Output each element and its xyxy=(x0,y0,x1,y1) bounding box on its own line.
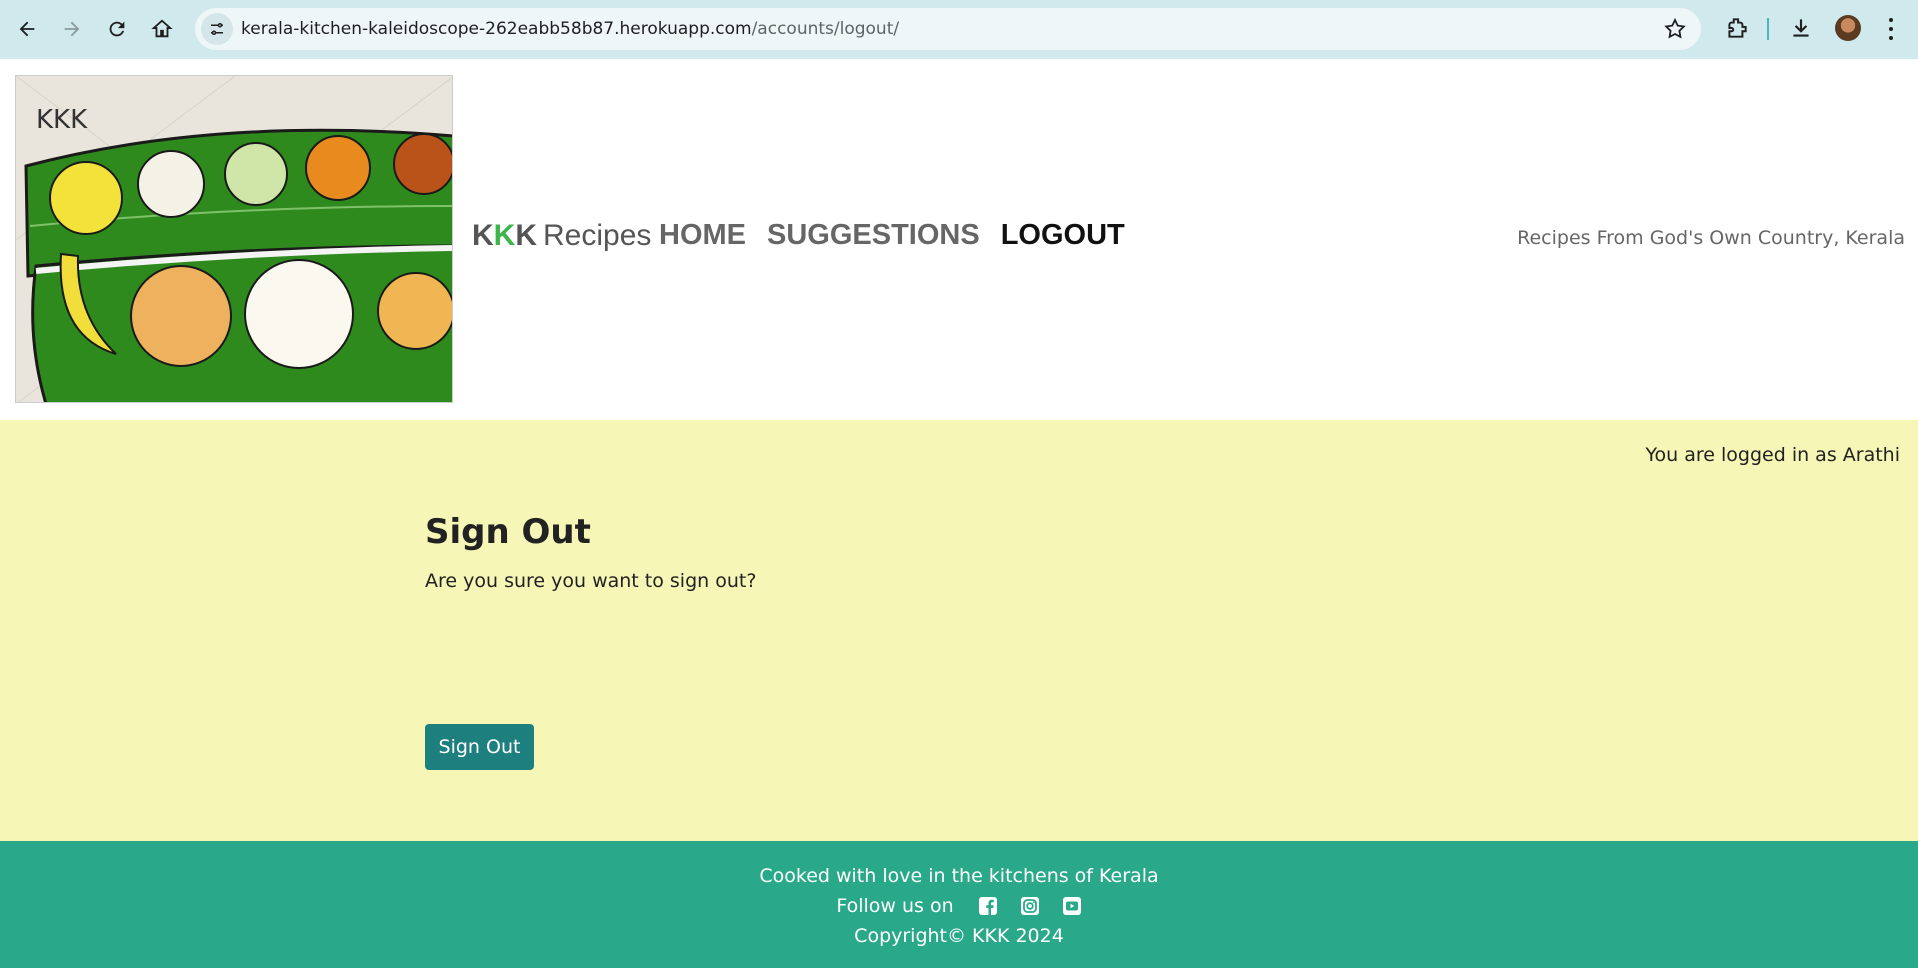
address-bar[interactable]: kerala-kitchen-kaleidoscope-262eabb58b87… xyxy=(195,8,1701,50)
menu-kebab-icon[interactable] xyxy=(1885,15,1897,43)
browser-toolbar: kerala-kitchen-kaleidoscope-262eabb58b87… xyxy=(0,0,1918,59)
footer-follow: Follow us on xyxy=(0,895,1918,917)
follow-label: Follow us on xyxy=(836,895,954,917)
nav-logout[interactable]: LOGOUT xyxy=(1001,219,1125,252)
url-host: kerala-kitchen-kaleidoscope-262eabb58b87… xyxy=(241,19,752,39)
profile-avatar[interactable] xyxy=(1835,15,1861,41)
toolbar-divider xyxy=(1767,18,1769,40)
url-path: /accounts/logout/ xyxy=(751,19,900,39)
bookmark-star-icon[interactable] xyxy=(1663,17,1687,41)
brand-letter-k-green: K xyxy=(493,219,516,252)
copyright: Copyright© KKK 2024 xyxy=(854,925,1064,947)
arrow-left-icon xyxy=(19,21,35,37)
youtube-icon[interactable] xyxy=(1062,896,1082,916)
back-button[interactable] xyxy=(9,11,45,47)
download-icon[interactable] xyxy=(1788,15,1814,41)
reload-icon xyxy=(109,21,125,37)
url-text: kerala-kitchen-kaleidoscope-262eabb58b87… xyxy=(241,8,899,50)
nav-suggestions[interactable]: SUGGESTIONS xyxy=(767,219,980,252)
main-nav: HOME SUGGESTIONS LOGOUT xyxy=(659,219,1125,252)
extensions-icon[interactable] xyxy=(1724,15,1750,41)
brand-word: Recipes xyxy=(543,219,652,252)
site-header: KKK KKK Recipes HOME SUGGESTIONS LOGOUT R… xyxy=(0,59,1918,420)
nav-home[interactable]: HOME xyxy=(659,219,746,252)
facebook-icon[interactable] xyxy=(978,896,998,916)
logo-text: KKK xyxy=(36,105,88,135)
main-content: You are logged in as Arathi Sign Out Are… xyxy=(0,420,1918,841)
page-title: Sign Out xyxy=(425,512,591,552)
brand-letter-k: K xyxy=(515,219,538,252)
signout-question: Are you sure you want to sign out? xyxy=(425,570,757,592)
brand-link[interactable]: KKK Recipes xyxy=(472,219,651,253)
reload-button[interactable] xyxy=(99,11,135,47)
sign-out-button[interactable]: Sign Out xyxy=(425,724,534,770)
site-tagline: Recipes From God's Own Country, Kerala xyxy=(1517,227,1905,249)
social-links xyxy=(978,896,1082,916)
banana-leaf-logo-image[interactable]: KKK xyxy=(15,75,453,403)
home-button[interactable] xyxy=(144,11,180,47)
instagram-icon[interactable] xyxy=(1020,896,1040,916)
forward-button[interactable] xyxy=(54,11,90,47)
site-footer: Cooked with love in the kitchens of Kera… xyxy=(0,841,1918,968)
footer-tagline: Cooked with love in the kitchens of Kera… xyxy=(759,865,1159,887)
site-info-icon[interactable] xyxy=(201,13,233,45)
arrow-right-icon xyxy=(64,21,80,37)
signout-section: Sign Out Are you sure you want to sign o… xyxy=(425,512,757,770)
login-status: You are logged in as Arathi xyxy=(1645,444,1900,466)
brand-letter-k: K xyxy=(472,219,494,252)
home-icon xyxy=(151,19,173,38)
